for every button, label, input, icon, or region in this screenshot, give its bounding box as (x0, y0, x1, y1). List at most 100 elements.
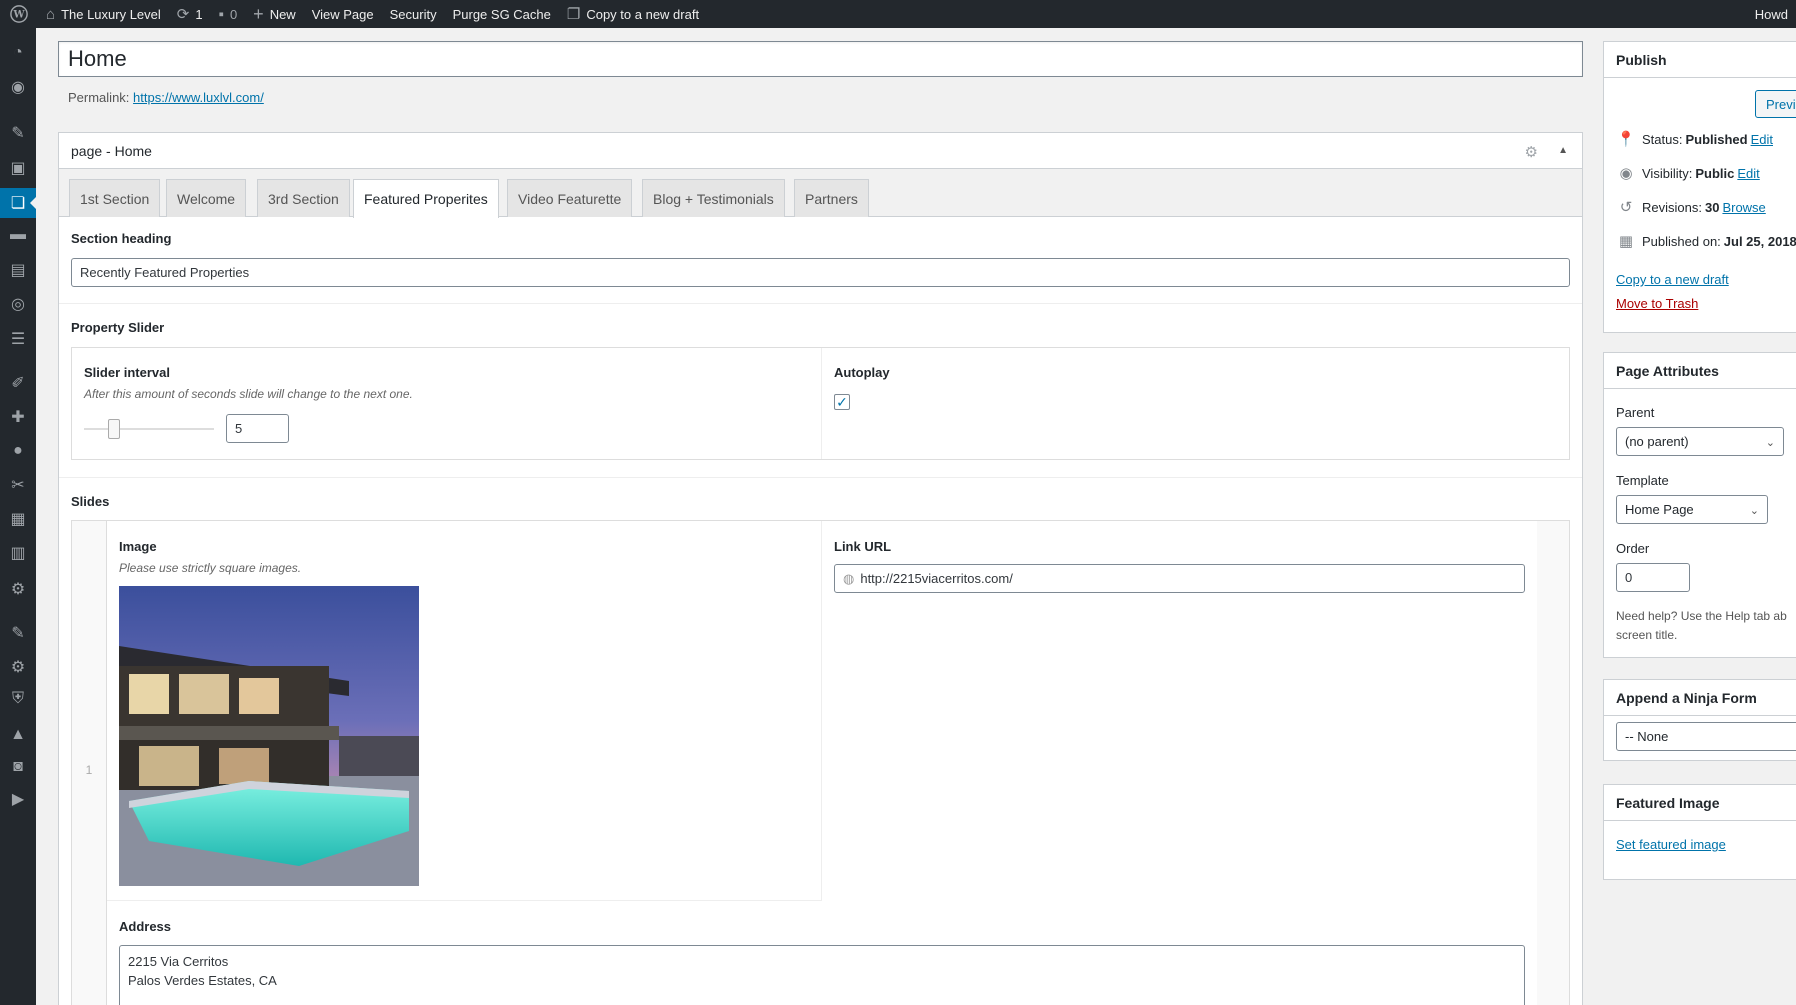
dashboard-icon[interactable]: ◔ (0, 38, 36, 68)
settings-icon[interactable]: ⚙ (0, 574, 36, 604)
section-heading-input[interactable]: Recently Featured Properties (71, 258, 1570, 287)
slider-interval-track[interactable] (84, 419, 214, 439)
admin-menu: ◔ ◉ ✎ ▣ ❏ ▬ ▤ ◎ ☰ ✐ ✚ ● ✂ ▦ ▥ ⚙ ✎ ⚙ ⛨ ▲ … (0, 28, 37, 1005)
tab-blog-testimonials[interactable]: Blog + Testimonials (642, 179, 785, 217)
ninja-form-select[interactable]: -- None (1616, 722, 1796, 751)
featured-image-box: Featured Image Set featured image (1603, 784, 1796, 880)
tab-3rd-section[interactable]: 3rd Section (257, 179, 350, 217)
featured-image-title: Featured Image (1616, 794, 1720, 811)
slide-row-handle[interactable]: 1 (72, 521, 107, 1005)
view-page-link[interactable]: View Page (304, 0, 382, 28)
collapse-toggle-icon[interactable]: ▲ (1558, 145, 1568, 156)
tab-label: Partners (805, 190, 858, 207)
comments-icon[interactable]: ▬ (0, 220, 36, 250)
divider (59, 303, 1582, 304)
appearance-icon[interactable]: ✐ (0, 368, 36, 398)
status-value: Published (1685, 131, 1748, 147)
preview-button[interactable]: Previe (1755, 90, 1796, 118)
tab-label: Video Featurette (518, 190, 622, 207)
visibility-edit-link[interactable]: Edit (1737, 166, 1759, 181)
tab-welcome[interactable]: Welcome (166, 179, 247, 217)
slider-interval-handle[interactable] (107, 419, 120, 439)
new-content-menu[interactable]: + New (245, 0, 304, 28)
copy-draft-label: Copy to a new draft (586, 6, 700, 22)
new-label: New (269, 6, 296, 22)
image-label: Image (119, 539, 157, 554)
tab-label: 3rd Section (268, 190, 339, 207)
revisions-browse-link[interactable]: Browse (1722, 200, 1765, 215)
media-icon[interactable]: ▣ (0, 153, 36, 183)
template-value: Home Page (1625, 502, 1694, 517)
updates-menu[interactable]: ⟳ 1 (169, 0, 211, 28)
featured-image-header: Featured Image (1604, 785, 1796, 821)
tools-icon[interactable]: ✂ (0, 470, 36, 500)
tab-1st-section[interactable]: 1st Section (69, 179, 161, 217)
permalink-url-link[interactable]: https://www.luxlvl.com/ (133, 90, 264, 105)
slider-interval-value: 5 (235, 421, 243, 436)
my-account-menu[interactable]: Howd (1755, 0, 1796, 28)
plugins-icon[interactable]: ✚ (0, 402, 36, 432)
security-label: Security (389, 6, 437, 22)
ninja-form-box: Append a Ninja Form -- None (1603, 679, 1796, 761)
parent-select[interactable]: (no parent) ⌄ (1616, 427, 1784, 456)
jetpack-icon[interactable]: ◉ (0, 72, 36, 102)
pages-icon[interactable]: ❏ (0, 188, 37, 218)
revisions-value: 30 (1704, 199, 1720, 215)
visibility-row: ◉ Visibility: Public Edit (1616, 164, 1759, 182)
publish-title: Publish (1616, 51, 1667, 68)
link-url-value: http://2215viacerritos.com/ (860, 571, 1013, 586)
comments-menu[interactable]: ▪ 0 (211, 0, 246, 28)
gear-icon[interactable]: ⚙ (1525, 143, 1538, 161)
forms-icon[interactable]: ☰ (0, 324, 36, 354)
tab-featured-properties[interactable]: Featured Properites (353, 179, 499, 218)
template-select[interactable]: Home Page ⌄ (1616, 495, 1768, 524)
security-menu[interactable]: Security (382, 0, 445, 28)
layout-icon[interactable]: ▤ (0, 255, 36, 285)
post-title-text: Home (68, 46, 127, 71)
copy-draft-link[interactable]: Copy to a new draft (1616, 272, 1729, 287)
published-on-row: ▦ Published on: Jul 25, 2018 a (1616, 232, 1796, 250)
posts-pin-icon[interactable]: ✎ (0, 118, 36, 148)
property-slider-label: Property Slider (71, 320, 165, 335)
pin-icon[interactable]: ✎ (0, 618, 36, 648)
view-page-label: View Page (311, 6, 374, 22)
collapse-icon[interactable]: ▶ (0, 784, 36, 814)
tab-video-featurette[interactable]: Video Featurette (507, 179, 633, 217)
page-options-metabox: page - Home ⚙ ▲ 1st Section Welcome 3rd … (58, 132, 1583, 1005)
visibility-label: Visibility: (1642, 165, 1693, 181)
set-featured-image-link[interactable]: Set featured image (1616, 837, 1726, 852)
slider-icon[interactable]: ◎ (0, 289, 36, 319)
seo-icon[interactable]: ▲ (0, 720, 36, 750)
wp-logo-menu[interactable]: W (0, 0, 38, 28)
table-icon[interactable]: ▥ (0, 538, 36, 568)
ninja-form-header: Append a Ninja Form (1604, 680, 1796, 716)
post-title-input[interactable]: Home (58, 41, 1583, 77)
publish-box: Publish Previe 📍 Status: Published Edit … (1603, 41, 1796, 333)
revisions-row: ↺ Revisions: 30 Browse (1616, 198, 1766, 216)
gear-icon[interactable]: ⚙ (0, 652, 36, 682)
camera-icon[interactable]: ◙ (0, 752, 36, 782)
site-name-menu[interactable]: ⌂ The Luxury Level (38, 0, 169, 28)
tab-label: 1st Section (80, 190, 150, 207)
tab-partners[interactable]: Partners (794, 179, 869, 217)
metabox-header: page - Home ⚙ ▲ (59, 133, 1582, 169)
slide-image[interactable] (119, 586, 419, 886)
order-input[interactable]: 0 (1616, 563, 1690, 592)
link-url-label: Link URL (834, 539, 892, 554)
parent-value: (no parent) (1625, 434, 1689, 449)
copy-draft-link[interactable]: ❐ Copy to a new draft (559, 0, 707, 28)
link-url-input[interactable]: ◍ http://2215viacerritos.com/ (834, 564, 1525, 593)
users-icon[interactable]: ● (0, 436, 36, 466)
shield-icon[interactable]: ⛨ (0, 684, 36, 714)
autoplay-checkbox[interactable]: ✓ (834, 394, 850, 410)
slider-interval-input[interactable]: 5 (226, 414, 289, 443)
move-to-trash-link[interactable]: Move to Trash (1616, 296, 1698, 311)
purge-cache-link[interactable]: Purge SG Cache (445, 0, 559, 28)
status-edit-link[interactable]: Edit (1751, 132, 1773, 147)
custom-fields-icon[interactable]: ▦ (0, 504, 36, 534)
slider-interval-desc: After this amount of seconds slide will … (84, 387, 413, 401)
address-textarea[interactable]: 2215 Via Cerritos Palos Verdes Estates, … (119, 945, 1525, 1005)
publish-header: Publish (1604, 42, 1796, 78)
visibility-value: Public (1695, 165, 1735, 181)
plus-icon: + (253, 3, 264, 24)
